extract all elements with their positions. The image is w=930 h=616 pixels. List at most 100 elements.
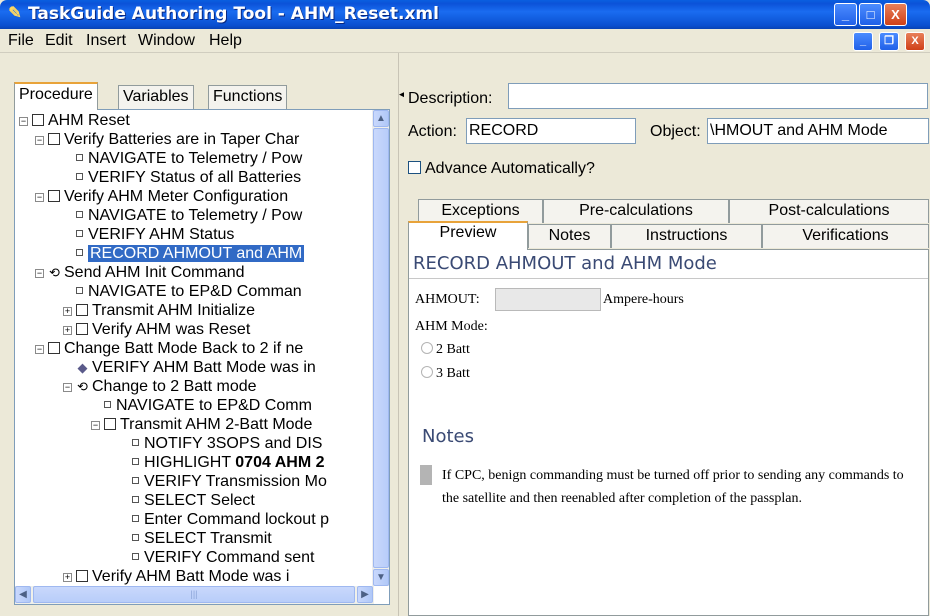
tree-row[interactable]: − ⟲ Change to 2 Batt mode bbox=[63, 377, 257, 396]
tree-row[interactable]: NOTIFY 3SOPS and DIS bbox=[132, 434, 322, 453]
collapse-icon[interactable]: − bbox=[91, 421, 100, 430]
horizontal-scrollbar[interactable]: ◀ ||| ▶ bbox=[15, 586, 374, 604]
feather-icon: ✎ bbox=[8, 5, 22, 22]
tab-instructions[interactable]: Instructions bbox=[611, 224, 762, 248]
tab-pre-calculations[interactable]: Pre-calculations bbox=[543, 199, 729, 223]
step-action-icon bbox=[76, 154, 83, 161]
step-action-icon bbox=[104, 401, 111, 408]
tree-row-bold-text: 0704 AHM 2 bbox=[235, 454, 325, 471]
radio-2-batt-label: 2 Batt bbox=[436, 342, 470, 357]
procedure-tree[interactable]: − AHM Reset − Verify Batteries are in Taper… bbox=[14, 109, 390, 605]
close-button[interactable]: X bbox=[884, 3, 907, 26]
tree-row[interactable]: NAVIGATE to EP&D Comm bbox=[104, 396, 312, 415]
expand-icon[interactable]: + bbox=[63, 307, 72, 316]
step-action-icon bbox=[76, 211, 83, 218]
tree-row[interactable]: + Transmit AHM Initialize bbox=[63, 301, 255, 320]
description-field[interactable] bbox=[508, 83, 928, 109]
tree-row-selected[interactable]: RECORD AHMOUT and AHM bbox=[76, 244, 305, 263]
tree-row[interactable]: + Verify AHM Batt Mode was i bbox=[63, 567, 289, 586]
tree-row[interactable]: VERIFY AHM Status bbox=[76, 225, 234, 244]
vertical-scroll-thumb[interactable] bbox=[373, 128, 389, 568]
tree-row[interactable]: SELECT Transmit bbox=[132, 529, 272, 548]
tree-row-text: SELECT Select bbox=[144, 492, 255, 509]
advance-automatically-label: Advance Automatically? bbox=[425, 160, 595, 177]
tree-row-label: VERIFY Command sent bbox=[144, 549, 314, 566]
scroll-up-button[interactable]: ▲ bbox=[373, 110, 389, 127]
menu-file[interactable]: File bbox=[8, 32, 34, 50]
tree-row[interactable]: VERIFY Transmission Mo bbox=[132, 472, 327, 491]
tree-row-text: SELECT Transmit bbox=[144, 530, 272, 547]
step-group-icon bbox=[76, 304, 88, 316]
tree-row-text: Verify AHM Meter Configuration bbox=[64, 188, 289, 205]
radio-2-batt[interactable]: 2 Batt bbox=[421, 342, 470, 358]
tab-preview[interactable]: Preview bbox=[408, 221, 528, 250]
tab-notes[interactable]: Notes bbox=[528, 224, 611, 248]
object-field[interactable]: \HMOUT and AHM Mode bbox=[707, 118, 929, 144]
expand-icon[interactable]: + bbox=[63, 573, 72, 582]
collapse-icon[interactable]: − bbox=[63, 383, 72, 392]
menu-edit[interactable]: Edit bbox=[45, 32, 73, 50]
tree-row[interactable]: Enter Command lockout p bbox=[132, 510, 329, 529]
tree-row-text: Change to 2 Batt mode bbox=[92, 378, 257, 395]
tree-row[interactable]: NAVIGATE to Telemetry / Pow bbox=[76, 149, 302, 168]
ahmout-input[interactable] bbox=[495, 288, 601, 311]
radio-3-batt[interactable]: 3 Batt bbox=[421, 366, 470, 382]
tree-row-label: NAVIGATE to EP&D Comman bbox=[88, 283, 302, 300]
tab-variables[interactable]: Variables bbox=[118, 85, 194, 109]
tree-row[interactable]: − AHM Reset bbox=[19, 111, 130, 130]
scroll-right-button[interactable]: ▶ bbox=[357, 586, 373, 603]
tab-verifications[interactable]: Verifications bbox=[762, 224, 929, 248]
tree-row-label: Change to 2 Batt mode bbox=[92, 378, 257, 395]
tree-row[interactable]: HIGHLIGHT 0704 AHM 2 bbox=[132, 453, 325, 472]
tree-row-text: Change Batt Mode Back to 2 if ne bbox=[64, 340, 304, 357]
radio-circle[interactable] bbox=[421, 366, 433, 378]
collapse-icon[interactable]: − bbox=[35, 193, 44, 202]
tree-row[interactable]: VERIFY Command sent bbox=[132, 548, 314, 567]
tree-row[interactable]: − ⟲ Send AHM Init Command bbox=[35, 263, 245, 282]
menu-help[interactable]: Help bbox=[209, 32, 242, 50]
scroll-left-button[interactable]: ◀ bbox=[15, 586, 31, 603]
tree-row[interactable]: NAVIGATE to EP&D Comman bbox=[76, 282, 302, 301]
collapse-icon[interactable]: − bbox=[35, 345, 44, 354]
tree-row[interactable]: − Verify Batteries are in Taper Char bbox=[35, 130, 299, 149]
tab-exceptions[interactable]: Exceptions bbox=[418, 199, 543, 223]
maximize-button[interactable]: □ bbox=[859, 3, 882, 26]
step-action-icon bbox=[76, 249, 83, 256]
mdi-minimize-button[interactable]: _ bbox=[853, 32, 873, 51]
tree-row[interactable]: VERIFY Status of all Batteries bbox=[76, 168, 301, 187]
scroll-down-button[interactable]: ▼ bbox=[373, 569, 389, 586]
mdi-close-button[interactable]: X bbox=[905, 32, 925, 51]
radio-circle[interactable] bbox=[421, 342, 433, 354]
tree-row[interactable]: − Verify AHM Meter Configuration bbox=[35, 187, 288, 206]
advance-automatically-checkbox[interactable]: Advance Automatically? bbox=[408, 160, 595, 178]
tree-row-text: VERIFY Transmission Mo bbox=[144, 473, 327, 490]
tree-row-label: Verify Batteries are in Taper Char bbox=[64, 131, 299, 148]
collapse-icon[interactable]: − bbox=[35, 269, 44, 278]
checkbox-box[interactable] bbox=[408, 161, 421, 174]
tree-row[interactable]: − Transmit AHM 2-Batt Mode bbox=[91, 415, 312, 434]
menu-window[interactable]: Window bbox=[138, 32, 195, 50]
action-field[interactable]: RECORD bbox=[466, 118, 636, 144]
minimize-button[interactable]: _ bbox=[834, 3, 857, 26]
tree-row[interactable]: + Verify AHM was Reset bbox=[63, 320, 250, 339]
tree-row-text: NAVIGATE to EP&D Comman bbox=[88, 283, 302, 300]
tree-row-label: SELECT Transmit bbox=[144, 530, 272, 547]
collapse-icon[interactable]: − bbox=[35, 136, 44, 145]
tree-row[interactable]: SELECT Select bbox=[132, 491, 255, 510]
tree-row[interactable]: ◆ VERIFY AHM Batt Mode was in bbox=[76, 358, 316, 377]
tab-post-calculations[interactable]: Post-calculations bbox=[729, 199, 929, 223]
tab-functions[interactable]: Functions bbox=[208, 85, 288, 109]
horizontal-scroll-thumb[interactable]: ||| bbox=[33, 586, 355, 603]
preview-heading: RECORD AHMOUT and AHM Mode bbox=[413, 253, 717, 274]
menu-insert[interactable]: Insert bbox=[86, 32, 126, 50]
vertical-scrollbar[interactable]: ▲ ▼ bbox=[372, 110, 389, 586]
title-bar[interactable]: ✎ TaskGuide Authoring Tool - AHM_Reset.x… bbox=[0, 0, 930, 29]
mdi-restore-button[interactable]: ❐ bbox=[879, 32, 899, 51]
expand-icon[interactable]: + bbox=[63, 326, 72, 335]
tree-row[interactable]: − Change Batt Mode Back to 2 if ne bbox=[35, 339, 303, 358]
collapse-icon[interactable]: − bbox=[19, 117, 28, 126]
tab-procedure[interactable]: Procedure bbox=[14, 82, 98, 110]
tree-row-label: RECORD AHMOUT and AHM bbox=[88, 245, 305, 262]
tree-row[interactable]: NAVIGATE to Telemetry / Pow bbox=[76, 206, 302, 225]
step-action-icon bbox=[132, 515, 139, 522]
